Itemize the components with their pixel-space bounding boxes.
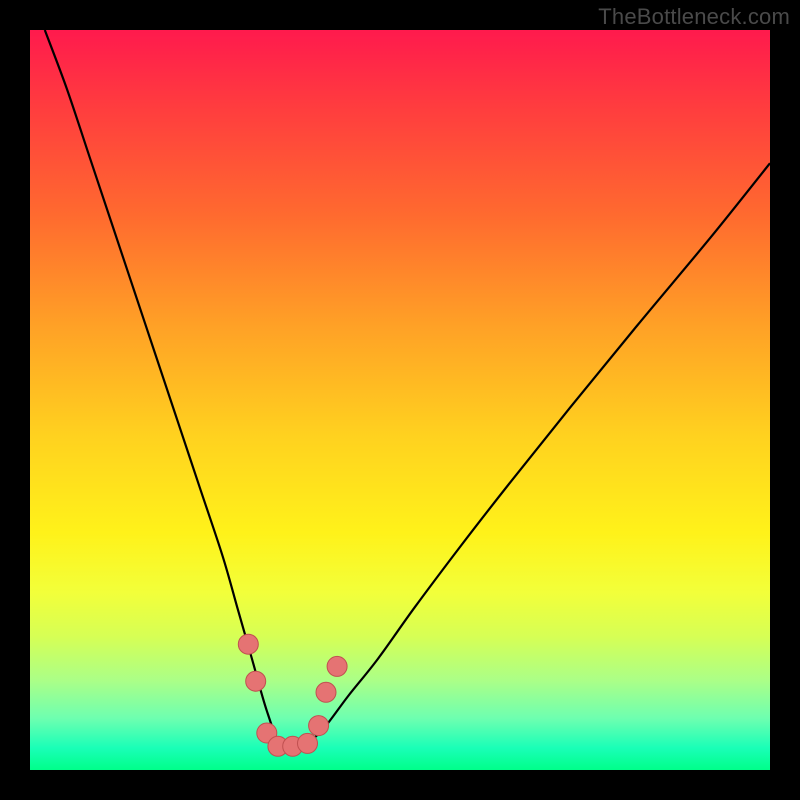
highlight-marker	[309, 716, 329, 736]
watermark-label: TheBottleneck.com	[598, 4, 790, 30]
highlight-marker	[238, 634, 258, 654]
chart-plot-area	[30, 30, 770, 770]
highlight-marker	[327, 656, 347, 676]
highlight-marker	[316, 682, 336, 702]
highlight-marker	[246, 671, 266, 691]
chart-svg	[30, 30, 770, 770]
highlight-marker	[298, 733, 318, 753]
bottleneck-curve	[45, 30, 770, 751]
chart-frame: TheBottleneck.com	[0, 0, 800, 800]
marker-group	[238, 634, 347, 756]
